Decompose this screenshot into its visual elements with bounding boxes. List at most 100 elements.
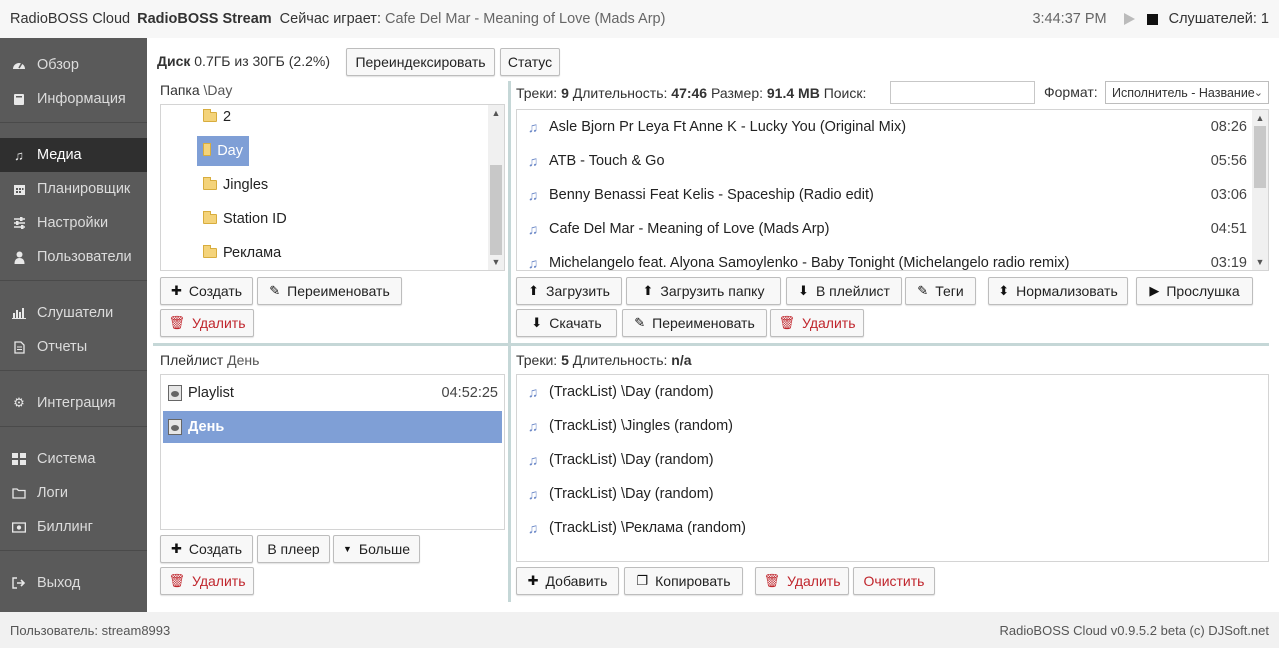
folder-scrollbar[interactable]: ▲ ▼ [488, 105, 504, 270]
tracks-count-label: Треки: [516, 85, 558, 101]
scroll-down-icon[interactable]: ▼ [488, 257, 504, 267]
pane-divider-vertical[interactable] [508, 81, 511, 602]
reindex-button[interactable]: Переиндексировать [346, 48, 495, 76]
sidebar-item-listeners[interactable]: Слушатели [0, 296, 147, 330]
sidebar-item-overview[interactable]: Обзор [0, 48, 147, 82]
folder-delete-button[interactable]: 🗑 Удалить [160, 309, 254, 337]
button-label: Добавить [545, 573, 608, 589]
document-icon [12, 340, 26, 354]
folder-path: \Day [203, 82, 233, 98]
music-note-icon: ♫ [527, 119, 539, 135]
sidebar-item-settings[interactable]: Настройки [0, 206, 147, 240]
track-row[interactable]: ♫ Cafe Del Mar - Meaning of Love (Mads A… [517, 212, 1247, 246]
search-input[interactable] [890, 81, 1035, 104]
track-title: (TrackList) \Day (random) [549, 486, 714, 502]
folder-rename-button[interactable]: ✎ Переименовать [257, 277, 402, 305]
tracks-scrollbar[interactable]: ▲ ▼ [1252, 110, 1268, 270]
sidebar-item-label: Интеграция [37, 395, 116, 411]
playlist-tracks-count-label: Треки: [516, 352, 558, 368]
trash-icon: 🗑 [168, 573, 186, 588]
playlist-track-row[interactable]: ♫ (TrackList) \Day (random) [517, 443, 1247, 477]
track-delete-button[interactable]: 🗑 Удалить [770, 309, 864, 337]
sidebar-item-info[interactable]: Информация [0, 82, 147, 116]
tags-button[interactable]: ✎ Теги [905, 277, 976, 305]
track-row[interactable]: ♫ Benny Benassi Feat Kelis - Spaceship (… [517, 178, 1247, 212]
folder-item[interactable]: Jingles [197, 170, 274, 200]
button-label: Удалить [192, 573, 246, 589]
sidebar-item-label: Отчеты [37, 339, 88, 355]
download-button[interactable]: ⬇ Скачать [516, 309, 617, 337]
sidebar-item-billing[interactable]: Биллинг [0, 510, 147, 544]
folder-icon [203, 109, 217, 122]
folder-item[interactable]: Реклама [197, 238, 287, 268]
track-row[interactable]: ♫ ATB - Touch & Go 05:56 [517, 144, 1247, 178]
sidebar-item-integration[interactable]: ⚙ Интеграция [0, 386, 147, 420]
sidebar-item-reports[interactable]: Отчеты [0, 330, 147, 364]
sidebar-item-logs[interactable]: Логи [0, 476, 147, 510]
track-title: Asle Bjorn Pr Leya Ft Anne K - Lucky You… [549, 119, 907, 135]
button-label: Переименовать [652, 315, 755, 331]
playlist-create-button[interactable]: ✚ Создать [160, 535, 253, 563]
sidebar-item-scheduler[interactable]: Планировщик [0, 172, 147, 206]
search-label: Поиск: [823, 85, 867, 101]
playlist-current: День [227, 352, 260, 368]
playlist-item-selected[interactable]: День [163, 411, 502, 443]
track-row[interactable]: ♫ Asle Bjorn Pr Leya Ft Anne K - Lucky Y… [517, 110, 1247, 144]
playlist-track-row[interactable]: ♫ (TrackList) \Day (random) [517, 477, 1247, 511]
add-button[interactable]: ✚ Добавить [516, 567, 619, 595]
disk-info: Диск 0.7ГБ из 30ГБ (2.2%) [157, 53, 330, 69]
scroll-down-icon[interactable]: ▼ [1252, 257, 1268, 267]
stop-icon[interactable] [1146, 13, 1158, 25]
folder-item[interactable]: Station ID [197, 204, 293, 234]
sidebar-item-system[interactable]: Система [0, 442, 147, 476]
divider [0, 550, 147, 551]
folder-create-button[interactable]: ✚ Создать [160, 277, 253, 305]
scroll-up-icon[interactable]: ▲ [488, 108, 504, 118]
footer-user: Пользователь: stream8993 [10, 623, 171, 638]
play-icon[interactable] [1123, 13, 1135, 25]
tracks-duration: 47:46 [671, 85, 708, 101]
sidebar-item-users[interactable]: Пользователи [0, 240, 147, 274]
track-duration: 04:51 [1210, 221, 1247, 237]
to-playlist-button[interactable]: ⬇ В плейлист [786, 277, 902, 305]
playlist-tracks-summary: Треки: 5 Длительность: n/a [516, 352, 692, 368]
clock: 3:44:37 PM [1032, 11, 1107, 27]
playlist-track-delete-button[interactable]: 🗑 Удалить [755, 567, 849, 595]
sidebar-item-label: Медиа [37, 147, 82, 163]
track-rename-button[interactable]: ✎ Переименовать [622, 309, 767, 337]
playlist-item[interactable]: Playlist 04:52:25 [163, 377, 502, 409]
to-player-button[interactable]: В плеер [257, 535, 330, 563]
divider [0, 122, 147, 123]
playlist-track-row[interactable]: ♫ (TrackList) \Jingles (random) [517, 409, 1247, 443]
playlist-track-row[interactable]: ♫ (TrackList) \Day (random) [517, 375, 1247, 409]
tracks-size: 91.4 MB [766, 85, 820, 101]
folder-item[interactable]: 2 [197, 105, 237, 132]
more-dropdown-button[interactable]: ▼ Больше [333, 535, 420, 563]
pane-divider-horizontal[interactable] [153, 343, 1269, 346]
upload-button[interactable]: ⬆ Загрузить [516, 277, 622, 305]
folder-icon [203, 245, 217, 258]
copy-button[interactable]: ❐ Копировать [624, 567, 743, 595]
gears-icon: ⚙ [13, 395, 25, 410]
playlist-delete-button[interactable]: 🗑 Удалить [160, 567, 254, 595]
normalize-button[interactable]: ⬍ Нормализовать [988, 277, 1128, 305]
button-label: Удалить [192, 315, 246, 331]
track-title: (TrackList) \Day (random) [549, 452, 714, 468]
listeners-count: Слушателей: 1 [1168, 11, 1269, 27]
sidebar-item-logout[interactable]: Выход [0, 566, 147, 600]
button-label: Больше [358, 541, 411, 557]
sidebar-item-media[interactable]: ♫ Медиа [0, 138, 147, 172]
playlist-track-row[interactable]: ♫ (TrackList) \Реклама (random) [517, 511, 1247, 545]
track-row[interactable]: ♫ Michelangelo feat. Alyona Samoylenko -… [517, 246, 1247, 270]
folder-item-selected[interactable]: Day [197, 136, 249, 166]
status-button[interactable]: Статус [500, 48, 560, 76]
preview-button[interactable]: ▶ Прослушка [1136, 277, 1253, 305]
main-content: Диск 0.7ГБ из 30ГБ (2.2%) Переиндексиров… [147, 38, 1279, 612]
upload-folder-button[interactable]: ⬆ Загрузить папку [626, 277, 781, 305]
scroll-thumb[interactable] [490, 165, 502, 255]
scroll-thumb[interactable] [1254, 126, 1266, 188]
top-bar: RadioBOSS Cloud RadioBOSS Stream Сейчас … [0, 0, 1279, 38]
clear-button[interactable]: Очистить [853, 567, 935, 595]
format-select[interactable]: Исполнитель - Название ⌄ [1105, 81, 1269, 104]
scroll-up-icon[interactable]: ▲ [1252, 113, 1268, 123]
